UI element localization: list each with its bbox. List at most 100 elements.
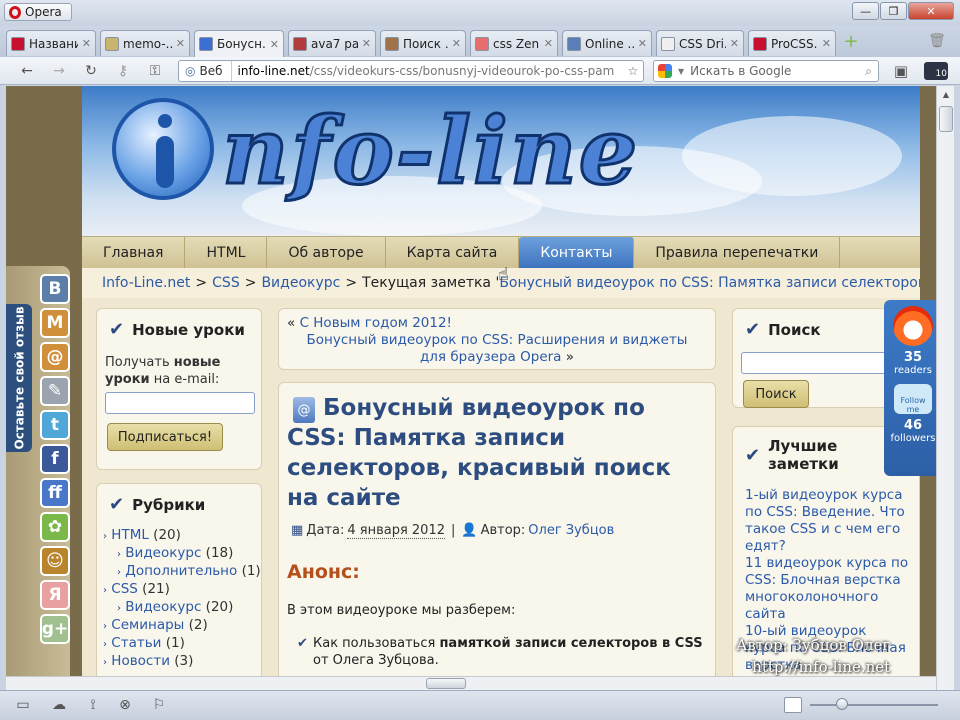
- prev-post-link[interactable]: С Новым годом 2012!: [300, 315, 452, 331]
- tab-4[interactable]: ava7 pa... ✕: [288, 30, 376, 56]
- feedback-tab[interactable]: Оставьте свой отзыв: [6, 304, 32, 452]
- forward-icon[interactable]: →: [50, 62, 68, 80]
- close-tab-icon[interactable]: ✕: [822, 37, 831, 50]
- google-buzz-icon[interactable]: ✿: [40, 512, 70, 542]
- rubric-link[interactable]: HTML: [111, 527, 149, 543]
- livejournal-icon[interactable]: ✎: [40, 376, 70, 406]
- email-field[interactable]: [105, 392, 255, 414]
- close-tab-icon[interactable]: ✕: [544, 37, 553, 50]
- key-icon[interactable]: ⚿: [146, 62, 164, 80]
- tab-9[interactable]: ProCSS... ✕: [748, 30, 836, 56]
- subscribe-button[interactable]: Подписаться!: [107, 423, 223, 451]
- close-tab-icon[interactable]: ✕: [452, 37, 461, 50]
- rubric-link[interactable]: CSS: [111, 581, 138, 597]
- close-window-button[interactable]: ✕: [908, 2, 954, 20]
- close-tab-icon[interactable]: ✕: [270, 38, 279, 51]
- address-web-badge[interactable]: ◎ Веб: [179, 61, 232, 81]
- rubric-link[interactable]: Видеокурс: [125, 599, 201, 615]
- close-tab-icon[interactable]: ✕: [638, 37, 647, 50]
- breadcrumb-current-link[interactable]: Бонусный видеоурок по CSS: Памятка запис…: [499, 275, 920, 291]
- zoom-slider[interactable]: [810, 704, 938, 706]
- tab-label: ProCSS...: [771, 36, 818, 51]
- search-engine-dropdown-icon[interactable]: ▼: [678, 67, 684, 76]
- breadcrumb-videokurs[interactable]: Видеокурс: [261, 275, 340, 291]
- twitter-icon[interactable]: t: [40, 410, 70, 440]
- google-icon: [658, 64, 672, 78]
- opera-menu-button[interactable]: Opera: [4, 3, 72, 21]
- menu-item-1[interactable]: Главная: [82, 237, 186, 269]
- zoom-slider-handle[interactable]: [836, 698, 848, 710]
- unite-cloud-icon[interactable]: ☁: [50, 696, 68, 714]
- rubric-item: › Семинары (2): [103, 617, 261, 635]
- tab-favicon-icon: [293, 36, 307, 51]
- search-icon[interactable]: ⌕: [865, 64, 872, 79]
- view-icon[interactable]: [784, 697, 802, 713]
- site-search-button[interactable]: Поиск: [743, 380, 809, 408]
- tab-1[interactable]: Названи... ✕: [6, 30, 96, 56]
- next-post-link[interactable]: Бонусный видеоурок по CSS: Расширения и …: [307, 332, 688, 365]
- feed-flame-icon[interactable]: [893, 306, 933, 346]
- blogger-icon[interactable]: ☺: [40, 546, 70, 576]
- close-tab-icon[interactable]: ✕: [362, 37, 371, 50]
- author-link[interactable]: Олег Зубцов: [528, 523, 614, 539]
- arrow-bullet-icon: ›: [117, 603, 121, 614]
- menu-item-3[interactable]: Об авторе: [267, 237, 386, 269]
- close-tab-icon[interactable]: ✕: [176, 37, 185, 50]
- breadcrumb-css[interactable]: CSS: [212, 275, 240, 291]
- follow-me-badge: Follow me: [900, 396, 926, 414]
- facebook-icon[interactable]: f: [40, 444, 70, 474]
- twitter-bird-icon[interactable]: Follow me: [894, 384, 932, 414]
- tab-5[interactable]: Поиск ... ✕: [380, 30, 466, 56]
- breadcrumb-home[interactable]: Info-Line.net: [102, 275, 190, 291]
- restore-button[interactable]: ❐: [880, 2, 907, 20]
- scroll-up-icon[interactable]: ▲: [938, 86, 954, 102]
- tab-7[interactable]: Online ... ✕: [562, 30, 652, 56]
- tab-3[interactable]: Бонусн... ✕: [194, 30, 284, 57]
- best-post-link[interactable]: 1-ый видеоурок курса по CSS: Введение. Ч…: [745, 487, 905, 554]
- rubric-link[interactable]: Семинары: [111, 617, 184, 633]
- vertical-scrollbar[interactable]: ▲: [936, 86, 954, 690]
- yandex-icon[interactable]: Я: [40, 580, 70, 610]
- extension-badge[interactable]: 10: [924, 62, 948, 80]
- rubric-link[interactable]: Новости: [111, 653, 170, 669]
- vertical-scroll-thumb[interactable]: [939, 106, 953, 132]
- address-bar[interactable]: ◎ Веб info-line.net/css/videokurs-css/bo…: [178, 60, 644, 82]
- bookmark-star-icon[interactable]: ☆: [624, 62, 642, 80]
- tab-2[interactable]: memo-... ✕: [100, 30, 190, 56]
- wand-key-icon[interactable]: ⚷: [114, 62, 132, 80]
- article-title[interactable]: Бонусный видеоурок по CSS: Памятка запис…: [287, 393, 707, 513]
- rubric-link[interactable]: Статьи: [111, 635, 161, 651]
- site-logo-text[interactable]: nfo-line: [220, 96, 639, 207]
- trash-icon[interactable]: 🗑: [928, 32, 946, 50]
- minimize-button[interactable]: —: [852, 2, 879, 20]
- toolbox-icon[interactable]: ▣: [892, 62, 910, 80]
- tab-label: CSS Dri...: [679, 36, 726, 51]
- moimir-icon[interactable]: М: [40, 308, 70, 338]
- vkontakte-icon[interactable]: В: [40, 274, 70, 304]
- friendfeed-icon[interactable]: ff: [40, 478, 70, 508]
- menu-item-5[interactable]: Контакты: [519, 237, 635, 269]
- menu-item-6[interactable]: Правила перепечатки: [634, 237, 841, 269]
- horizontal-scrollbar[interactable]: [6, 676, 936, 690]
- rubric-link[interactable]: Дополнительно: [125, 563, 237, 579]
- rubric-link[interactable]: Видеокурс: [125, 545, 201, 561]
- turbo-icon[interactable]: ⊗: [116, 696, 134, 714]
- breadcrumb-current: Текущая заметка 'Бонусный видеоурок по C…: [362, 275, 920, 291]
- horizontal-scroll-thumb[interactable]: [426, 678, 466, 689]
- panel-toggle-icon[interactable]: ▭: [14, 696, 32, 714]
- reload-icon[interactable]: ↻: [82, 62, 100, 80]
- best-post-link[interactable]: 11 видеоурок курса по CSS: Блочная верст…: [745, 555, 908, 622]
- new-tab-icon[interactable]: +: [842, 31, 860, 52]
- search-field[interactable]: ▼ Искать в Google ⌕: [653, 60, 879, 82]
- mailru-icon[interactable]: @: [40, 342, 70, 372]
- close-tab-icon[interactable]: ✕: [730, 37, 739, 50]
- google-plus-icon[interactable]: g+: [40, 614, 70, 644]
- close-tab-icon[interactable]: ✕: [82, 37, 91, 50]
- menu-item-2[interactable]: HTML: [185, 237, 268, 269]
- back-icon[interactable]: ←: [18, 62, 36, 80]
- share-icon[interactable]: ⟟: [84, 696, 102, 714]
- site-logo-icon[interactable]: [112, 98, 214, 200]
- tab-6[interactable]: css Zen... ✕: [470, 30, 558, 56]
- tab-8[interactable]: CSS Dri... ✕: [656, 30, 744, 56]
- page-icon[interactable]: ⚐: [150, 696, 168, 714]
